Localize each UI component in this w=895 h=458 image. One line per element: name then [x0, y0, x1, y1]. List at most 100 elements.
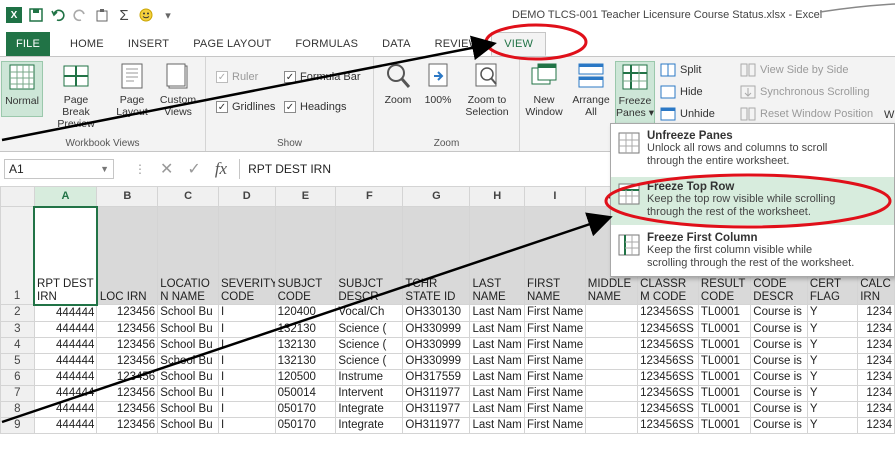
cell[interactable]: Last Nam [469, 368, 525, 386]
cell[interactable]: School Bu [157, 320, 219, 338]
cell[interactable]: First Name [523, 336, 586, 354]
smiley-icon[interactable] [138, 7, 154, 23]
cancel-icon[interactable]: ✕ [160, 159, 173, 179]
cell[interactable]: TL0001 [697, 400, 752, 418]
cell[interactable] [584, 384, 639, 402]
cell[interactable]: School Bu [157, 352, 219, 370]
formula-input[interactable]: RPT DEST IRN [239, 159, 331, 179]
cell[interactable]: Last Nam [469, 304, 525, 322]
reset-window-position-button[interactable]: Reset Window Position [740, 107, 873, 121]
cell[interactable]: 050014 [274, 384, 337, 402]
hide-button[interactable]: Hide [660, 85, 703, 99]
cell[interactable]: 132130 [274, 336, 337, 354]
cell[interactable]: I [217, 368, 276, 386]
cell[interactable]: Y [806, 336, 859, 354]
cell[interactable]: 123456SS [637, 416, 699, 434]
cell[interactable]: 123456 [96, 384, 159, 402]
zoom-to-selection-button[interactable]: Zoom to Selection [460, 61, 514, 118]
tab-data[interactable]: DATA [370, 32, 423, 56]
column-header[interactable]: A [33, 186, 98, 207]
unfreeze-panes-item[interactable]: Unfreeze Panes Unlock all rows and colum… [611, 126, 894, 174]
cell[interactable]: 123456 [96, 352, 159, 370]
column-header[interactable]: E [274, 186, 337, 207]
cell[interactable]: Y [806, 384, 859, 402]
cell[interactable]: Science ( [335, 352, 404, 370]
header-cell[interactable]: LAST NAME [469, 206, 525, 305]
cell[interactable]: Course is [750, 368, 808, 386]
cell[interactable]: I [217, 384, 276, 402]
row-header[interactable]: 4 [0, 336, 35, 354]
cell[interactable]: First Name [523, 304, 586, 322]
cell[interactable]: Vocal/Ch [335, 304, 404, 322]
cell[interactable]: 123456 [96, 416, 159, 434]
header-cell[interactable]: RPT DEST IRN [33, 205, 98, 306]
cell[interactable]: Science ( [335, 320, 404, 338]
cell[interactable]: 132130 [274, 352, 337, 370]
header-cell[interactable]: LOC IRN [96, 206, 159, 305]
cell[interactable]: School Bu [157, 400, 219, 418]
cell[interactable]: 444444 [33, 336, 98, 354]
page-break-preview-button[interactable]: Page Break Preview [50, 61, 102, 130]
cell[interactable]: Last Nam [469, 384, 525, 402]
cell[interactable]: TL0001 [697, 320, 752, 338]
cell[interactable]: 1234 [857, 400, 895, 418]
cell[interactable]: First Name [523, 416, 586, 434]
cell[interactable]: I [217, 416, 276, 434]
header-cell[interactable]: SUBJCT CODE [274, 206, 337, 305]
tab-home[interactable]: HOME [58, 32, 116, 56]
tab-view[interactable]: VIEW [491, 32, 547, 56]
column-header[interactable]: D [217, 186, 276, 207]
cell[interactable]: I [217, 352, 276, 370]
cell[interactable]: First Name [523, 368, 586, 386]
cell[interactable]: School Bu [157, 368, 219, 386]
cell[interactable]: I [217, 320, 276, 338]
insert-function-icon[interactable]: fx [215, 159, 227, 179]
cell[interactable]: OH311977 [402, 400, 471, 418]
cell[interactable]: Y [806, 320, 859, 338]
gridlines-checkbox[interactable]: ✓ Gridlines [216, 101, 275, 113]
cell[interactable]: Integrate [335, 400, 404, 418]
row-header[interactable]: 2 [0, 304, 35, 322]
column-header[interactable]: B [96, 186, 159, 207]
cell[interactable]: 123456SS [637, 352, 699, 370]
cell[interactable]: OH330999 [402, 336, 471, 354]
normal-view-button[interactable]: Normal [1, 61, 43, 117]
cell[interactable]: OH330999 [402, 320, 471, 338]
cell[interactable]: 132130 [274, 320, 337, 338]
row-header[interactable]: 9 [0, 416, 35, 434]
row-header[interactable]: 1 [0, 206, 35, 305]
cell[interactable]: 1234 [857, 320, 895, 338]
cell[interactable] [584, 336, 639, 354]
cell[interactable]: Last Nam [469, 400, 525, 418]
name-box-dropdown-icon[interactable]: ▼ [100, 164, 109, 174]
cell[interactable]: 120400 [274, 304, 337, 322]
paste-icon[interactable] [94, 7, 110, 23]
cell[interactable]: School Bu [157, 416, 219, 434]
arrange-all-button[interactable]: Arrange All [570, 61, 612, 118]
new-window-button[interactable]: New Window [522, 61, 566, 118]
cell[interactable] [584, 400, 639, 418]
headings-checkbox[interactable]: ✓ Headings [284, 101, 346, 113]
cell[interactable]: 1234 [857, 368, 895, 386]
cell[interactable]: I [217, 400, 276, 418]
cell[interactable]: Instrume [335, 368, 404, 386]
cell[interactable]: First Name [523, 384, 586, 402]
header-cell[interactable]: SEVERITY CODE [217, 206, 276, 305]
cell[interactable]: Last Nam [469, 352, 525, 370]
cell[interactable]: Intervent [335, 384, 404, 402]
header-cell[interactable]: FIRST NAME [523, 206, 586, 305]
cell[interactable]: 123456 [96, 368, 159, 386]
cell[interactable]: TL0001 [697, 384, 752, 402]
freeze-top-row-item[interactable]: Freeze Top Row Keep the top row visible … [611, 177, 894, 225]
view-side-by-side-button[interactable]: View Side by Side [740, 63, 848, 77]
cell[interactable]: 123456 [96, 320, 159, 338]
cell[interactable] [584, 304, 639, 322]
ruler-checkbox[interactable]: ✓ Ruler [216, 71, 258, 83]
row-header[interactable]: 6 [0, 368, 35, 386]
name-box[interactable]: A1 ▼ [4, 159, 114, 179]
cell[interactable]: 1234 [857, 352, 895, 370]
header-cell[interactable]: TCHR STATE ID [402, 206, 471, 305]
split-button[interactable]: Split [660, 63, 701, 77]
tab-page-layout[interactable]: PAGE LAYOUT [181, 32, 283, 56]
cell[interactable]: 444444 [33, 384, 98, 402]
